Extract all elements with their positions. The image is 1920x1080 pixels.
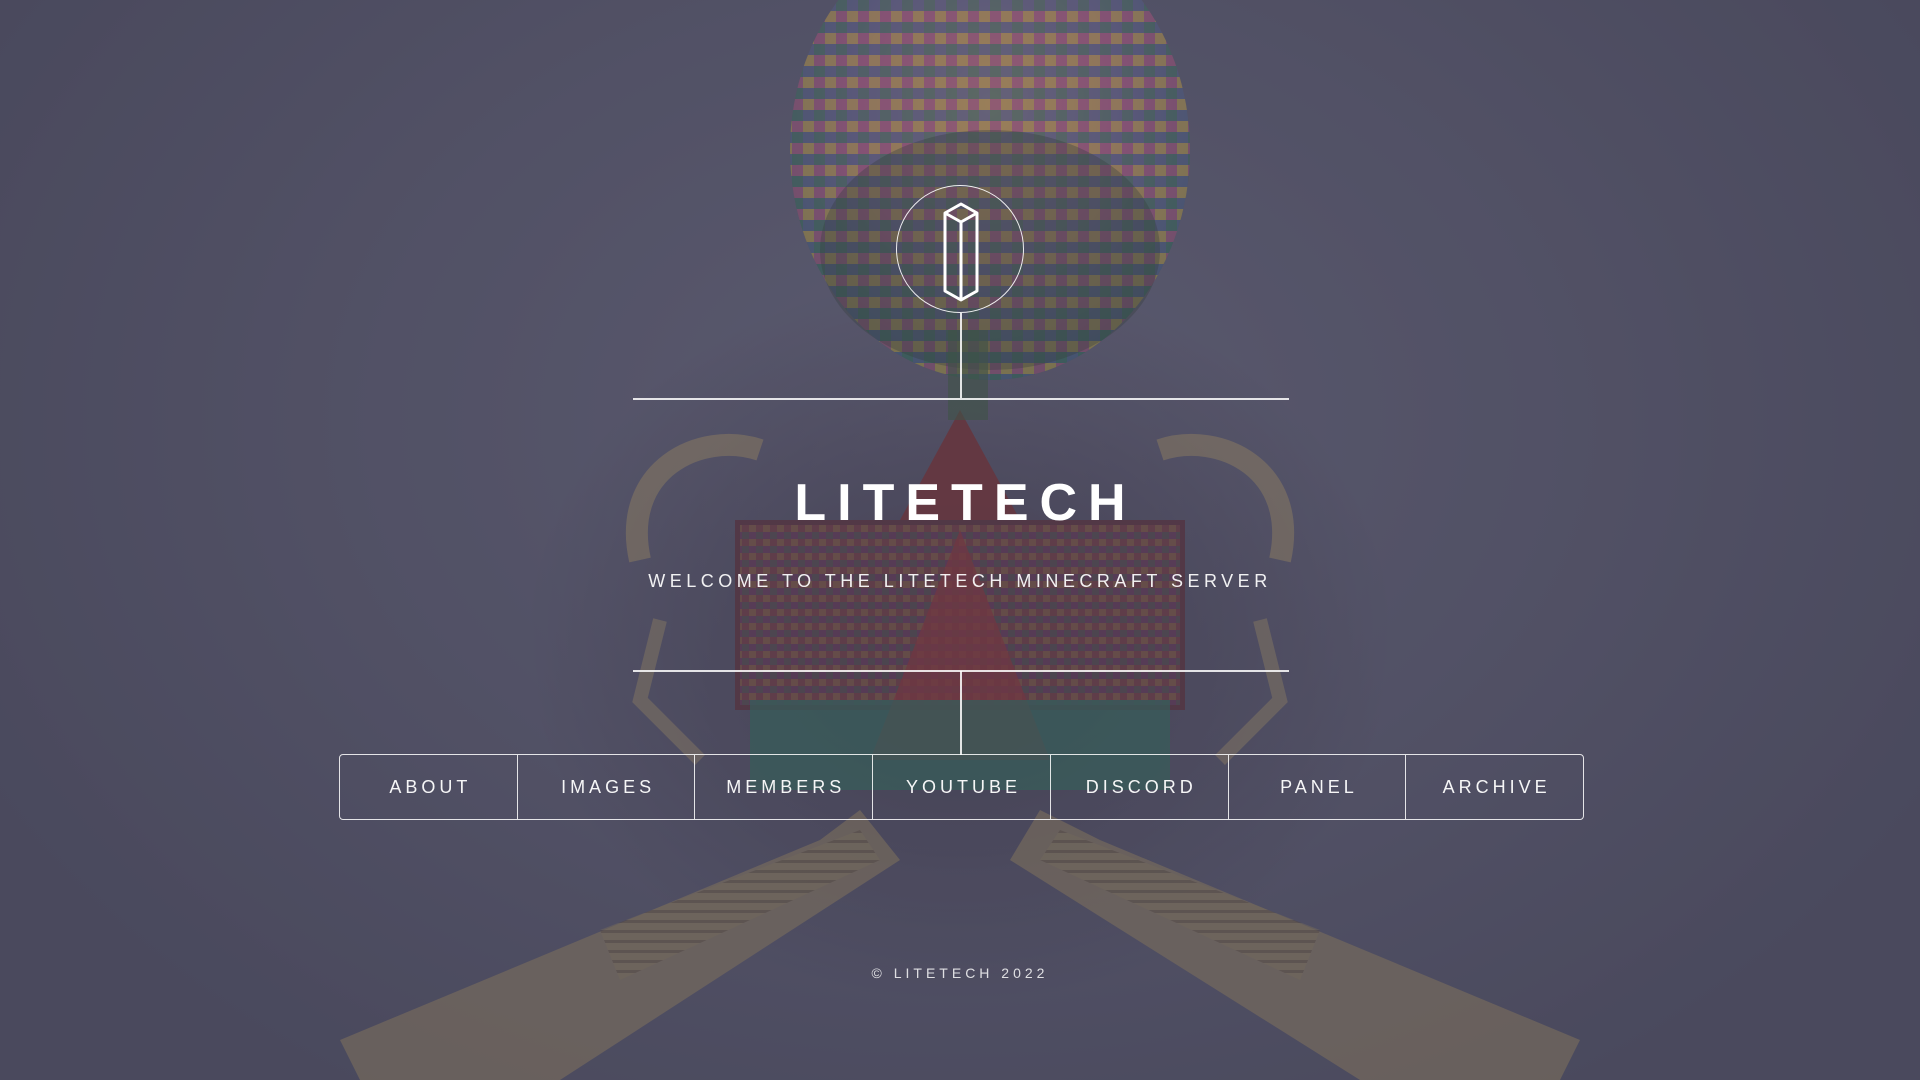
main-nav: ABOUT IMAGES MEMBERS YOUTUBE DISCORD PAN…: [339, 754, 1584, 820]
nav-item-youtube[interactable]: YOUTUBE: [872, 755, 1050, 819]
background-image: [0, 0, 1920, 1080]
nav-item-discord[interactable]: DISCORD: [1049, 755, 1228, 819]
connector-line-bottom: [960, 671, 962, 755]
nav-item-about[interactable]: ABOUT: [340, 755, 517, 819]
footer-copyright: © LITETECH 2022: [871, 965, 1049, 981]
logo: [896, 185, 1024, 313]
nav-item-archive[interactable]: ARCHIVE: [1405, 755, 1583, 819]
page-subtitle: WELCOME TO THE LITETECH MINECRAFT SERVER: [648, 571, 1272, 591]
divider-top: [633, 398, 1289, 400]
background-overlay: [0, 0, 1920, 1080]
nav-item-images[interactable]: IMAGES: [516, 755, 695, 819]
nav-item-panel[interactable]: PANEL: [1227, 755, 1406, 819]
nav-item-members[interactable]: MEMBERS: [694, 755, 872, 819]
hexagonal-pillar-icon: [943, 202, 979, 302]
page-title: LITETECH: [794, 474, 1137, 532]
connector-line-top: [960, 313, 962, 398]
